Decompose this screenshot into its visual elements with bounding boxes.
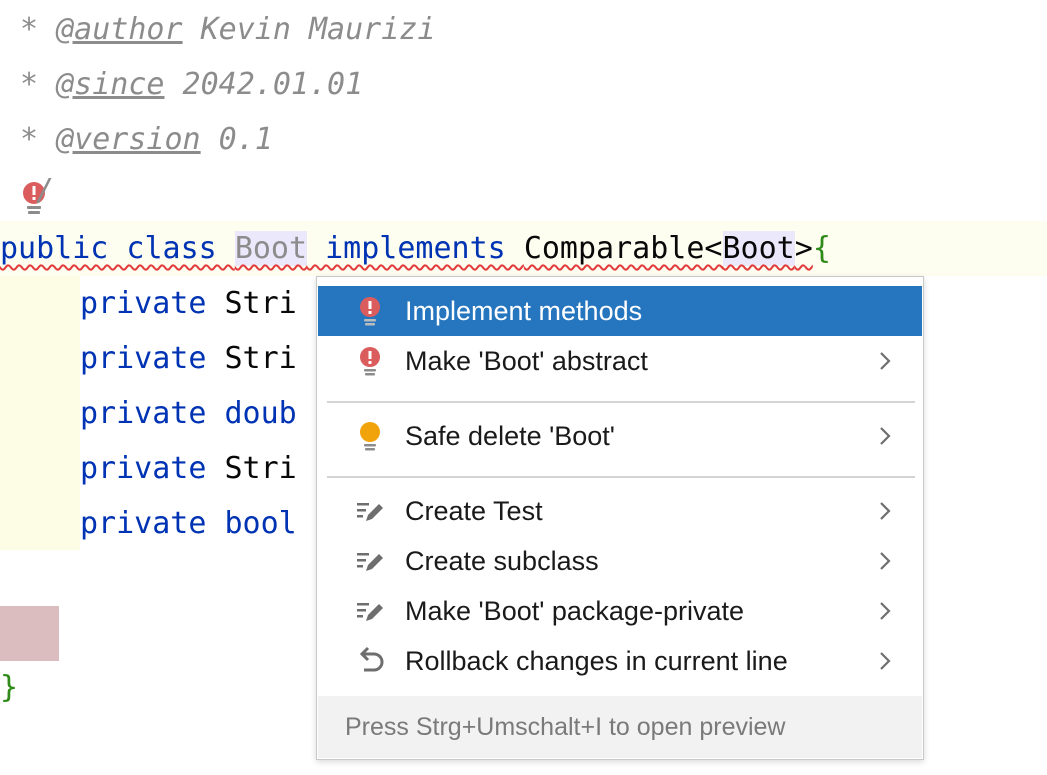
close-brace: } bbox=[0, 670, 19, 705]
field-type: Stri bbox=[224, 341, 297, 376]
doc-tag: @version bbox=[56, 122, 201, 157]
doc-value: Kevin Maurizi bbox=[182, 12, 436, 47]
popup-footer-hint: Press Strg+Umschalt+I to open preview bbox=[318, 696, 922, 758]
generic-close: > bbox=[794, 231, 813, 266]
doc-star: * bbox=[20, 122, 57, 157]
keyword-public-class: public class bbox=[0, 231, 235, 266]
doc-line-author: * @author Kevin Maurizi bbox=[20, 2, 435, 57]
menu-item-label: Create Test bbox=[405, 495, 543, 526]
menu-item-make-abstract[interactable]: Make 'Boot' abstract bbox=[318, 336, 922, 386]
keyword-private: private bbox=[80, 286, 225, 321]
chevron-right-icon bbox=[880, 352, 891, 370]
menu-item-label: Rollback changes in current line bbox=[405, 645, 788, 676]
keyword-implements: implements bbox=[307, 231, 524, 266]
generic-type: Boot bbox=[722, 231, 795, 266]
chevron-right-icon bbox=[880, 502, 891, 520]
doc-star: * bbox=[20, 67, 57, 102]
menu-item-label: Safe delete 'Boot' bbox=[405, 420, 615, 451]
menu-item-implement-methods[interactable]: Implement methods bbox=[318, 286, 922, 336]
menu-item-make-package-private[interactable]: Make 'Boot' package-private bbox=[318, 586, 922, 636]
chevron-right-icon bbox=[880, 552, 891, 570]
field-line: private Stri bbox=[80, 441, 297, 496]
chevron-right-icon bbox=[880, 427, 891, 445]
menu-item-label: Implement methods bbox=[405, 295, 643, 326]
error-bulb-icon bbox=[360, 347, 380, 376]
open-brace: { bbox=[812, 231, 831, 266]
doc-line-version: * @version 0.1 bbox=[20, 112, 273, 167]
doc-end: / bbox=[36, 173, 55, 208]
doc-value: 0.1 bbox=[200, 122, 273, 157]
menu-item-label: Make 'Boot' package-private bbox=[405, 595, 744, 626]
field-line: private Stri bbox=[80, 276, 297, 331]
keyword-private: private bbox=[80, 396, 225, 431]
edit-pencil-icon bbox=[357, 503, 383, 521]
menu-separator bbox=[327, 401, 915, 403]
class-declaration: public class Boot implements Comparable<… bbox=[0, 221, 831, 276]
doc-value: 2042.01.01 bbox=[164, 67, 364, 102]
menu-item-label: Create subclass bbox=[405, 545, 599, 576]
menu-item-safe-delete[interactable]: Safe delete 'Boot' bbox=[318, 411, 922, 461]
interface-name: Comparable< bbox=[523, 231, 723, 266]
doc-tag: @since bbox=[56, 67, 165, 102]
intention-bulb-icon bbox=[360, 422, 380, 451]
field-type: Stri bbox=[224, 286, 297, 321]
field-type: doub bbox=[224, 396, 297, 431]
field-line: private doub bbox=[80, 386, 297, 441]
class-name[interactable]: Boot bbox=[234, 231, 308, 266]
keyword-private: private bbox=[80, 451, 225, 486]
chevron-right-icon bbox=[880, 602, 891, 620]
field-line: private Stri bbox=[80, 331, 297, 386]
menu-item-label: Make 'Boot' abstract bbox=[405, 345, 648, 376]
changed-line-marker bbox=[0, 606, 59, 661]
scope-highlight bbox=[0, 276, 80, 550]
field-type: Stri bbox=[224, 451, 297, 486]
field-type: bool bbox=[224, 506, 297, 541]
doc-line-since: * @since 2042.01.01 bbox=[20, 57, 363, 112]
keyword-private: private bbox=[80, 341, 225, 376]
chevron-right-icon bbox=[880, 652, 891, 670]
keyword-private: private bbox=[80, 506, 225, 541]
field-line: private bool bbox=[80, 496, 297, 551]
menu-item-create-subclass[interactable]: Create subclass bbox=[318, 536, 922, 586]
doc-star: * bbox=[20, 12, 57, 47]
menu-separator bbox=[327, 476, 915, 478]
doc-tag: @author bbox=[56, 12, 183, 47]
menu-item-rollback-changes[interactable]: Rollback changes in current line bbox=[318, 636, 922, 686]
undo-arrow-icon bbox=[359, 646, 384, 672]
intention-actions-popup: Implement methods Make 'Boot' abstract S… bbox=[316, 276, 924, 760]
edit-pencil-icon bbox=[357, 603, 383, 621]
error-bulb-icon bbox=[360, 297, 380, 326]
menu-item-create-test[interactable]: Create Test bbox=[318, 486, 922, 536]
edit-pencil-icon bbox=[357, 553, 383, 571]
